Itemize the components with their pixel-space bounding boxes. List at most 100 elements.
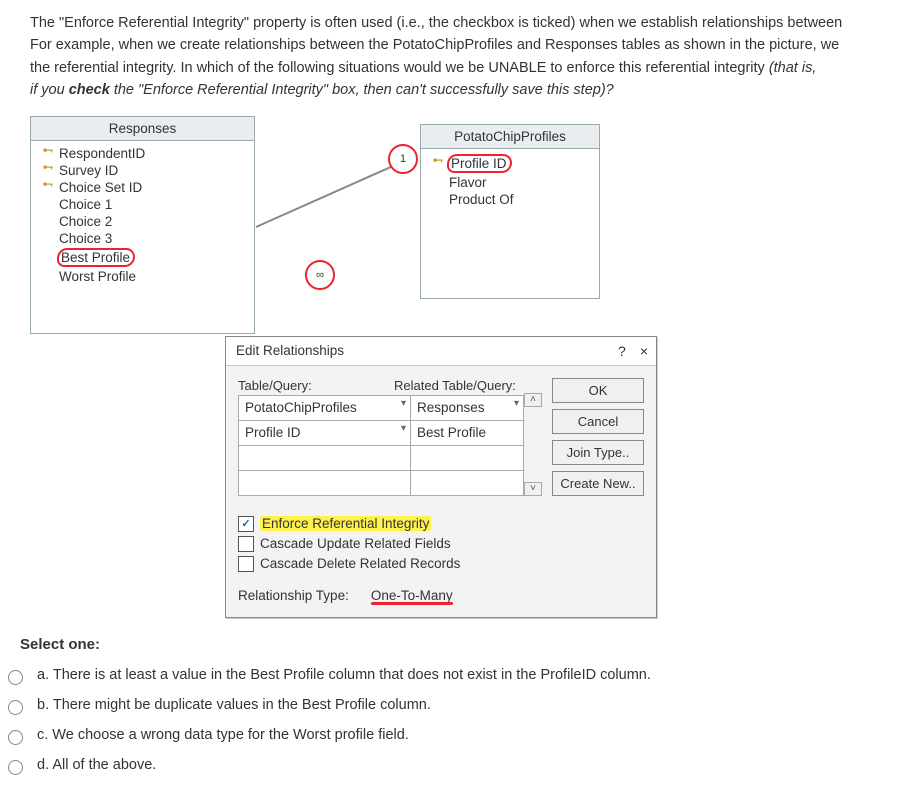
relationship-line: [256, 160, 405, 228]
cascade-delete-label: Cascade Delete Related Records: [260, 556, 460, 571]
question-line3-italic: (that is,: [769, 60, 817, 76]
question-line3: the referential integrity. In which of t…: [30, 60, 769, 76]
responses-table[interactable]: Responses RespondentID Survey ID Choice …: [30, 116, 255, 334]
table-row[interactable]: Best Profile: [39, 247, 246, 268]
dialog-title-text: Edit Relationships: [236, 343, 344, 358]
relationship-one-label: 1: [400, 153, 406, 165]
right-field-cell[interactable]: Best Profile: [410, 420, 523, 445]
checkbox-unchecked-icon[interactable]: [238, 536, 254, 552]
dropdown-value: Responses: [417, 400, 485, 415]
scroll-up-icon[interactable]: ˄: [524, 393, 542, 407]
table-row[interactable]: Profile ID: [429, 153, 591, 174]
help-button[interactable]: ?: [618, 343, 626, 359]
relationship-many-label: ∞: [316, 269, 324, 281]
checkbox-unchecked-icon[interactable]: [238, 556, 254, 572]
field-label: Product Of: [447, 192, 514, 207]
field-label: Survey ID: [57, 163, 118, 178]
table-row[interactable]: Survey ID: [39, 162, 246, 179]
option-b-text: b. There might be duplicate values in th…: [37, 697, 431, 713]
key-icon: [39, 163, 57, 177]
key-icon: [39, 146, 57, 160]
option-c-text: c. We choose a wrong data type for the W…: [37, 727, 409, 743]
join-type-button[interactable]: Join Type..: [552, 440, 644, 465]
left-field-cell[interactable]: Profile ID ▾: [239, 420, 411, 445]
profiles-table-header: PotatoChipProfiles: [421, 125, 599, 149]
dropdown-value: PotatoChipProfiles: [245, 400, 357, 415]
radio-unchecked-icon[interactable]: [8, 760, 23, 775]
cascade-update-checkbox-row[interactable]: Cascade Update Related Fields: [238, 534, 644, 554]
field-label: Choice Set ID: [57, 180, 142, 195]
chevron-down-icon: ▾: [514, 398, 519, 409]
table-row[interactable]: Choice 2: [39, 213, 246, 230]
table-row[interactable]: Choice 3: [39, 230, 246, 247]
relationship-grid[interactable]: PotatoChipProfiles ▾ Responses ▾ Profile I…: [238, 395, 524, 496]
profiles-table-body: Profile ID Flavor Product Of: [421, 149, 599, 212]
grid-scrollbar[interactable]: ˄ ˅: [524, 393, 542, 496]
select-one-prompt: Select one:: [20, 636, 905, 653]
question-line1: The "Enforce Referential Integrity" prop…: [30, 15, 842, 31]
option-d-row[interactable]: d. All of the above.: [8, 751, 905, 781]
responses-table-header: Responses: [31, 117, 254, 141]
table-row[interactable]: Choice 1: [39, 196, 246, 213]
empty-cell[interactable]: [239, 445, 411, 470]
table-row[interactable]: Choice Set ID: [39, 179, 246, 196]
edit-relationships-dialog[interactable]: Edit Relationships ? × Table/Query: Rela…: [225, 336, 657, 618]
checkbox-checked-icon[interactable]: ✓: [238, 516, 254, 532]
relationship-diagram[interactable]: Responses RespondentID Survey ID Choice …: [30, 116, 730, 336]
empty-cell[interactable]: [410, 470, 523, 495]
radio-unchecked-icon[interactable]: [8, 700, 23, 715]
create-new-button[interactable]: Create New..: [552, 471, 644, 496]
field-label: Choice 1: [57, 197, 112, 212]
question-line2: For example, when we create relationship…: [30, 37, 839, 53]
option-b-row[interactable]: b. There might be duplicate values in th…: [8, 691, 905, 721]
cell-value: Profile ID: [245, 425, 301, 440]
scroll-down-icon[interactable]: ˅: [524, 482, 542, 496]
field-label: Worst Profile: [57, 269, 136, 284]
cascade-delete-checkbox-row[interactable]: Cascade Delete Related Records: [238, 554, 644, 574]
profiles-table[interactable]: PotatoChipProfiles Profile ID Flavor Pro…: [420, 124, 600, 299]
table-row[interactable]: RespondentID: [39, 145, 246, 162]
question-text: The "Enforce Referential Integrity" prop…: [0, 0, 905, 108]
cancel-button[interactable]: Cancel: [552, 409, 644, 434]
relationship-type-value: One-To-Many: [371, 588, 453, 603]
enforce-integrity-checkbox-row[interactable]: ✓ Enforce Referential Integrity: [238, 514, 644, 534]
answer-options: a. There is at least a value in the Best…: [0, 661, 905, 797]
option-d-text: d. All of the above.: [37, 757, 156, 773]
field-label-profile-id: Profile ID: [447, 154, 512, 173]
question-line4-post: the "Enforce Referential Integrity" box,…: [110, 82, 614, 98]
related-table-query-label: Related Table/Query:: [394, 378, 542, 393]
relationship-type-label: Relationship Type:: [238, 588, 349, 603]
field-label: Choice 3: [57, 231, 112, 246]
field-label: Choice 2: [57, 214, 112, 229]
related-table-query-dropdown[interactable]: Responses ▾: [410, 395, 523, 420]
relationship-many-end: ∞: [305, 260, 335, 290]
ok-button[interactable]: OK: [552, 378, 644, 403]
table-row[interactable]: Flavor: [429, 174, 591, 191]
table-row[interactable]: Worst Profile: [39, 268, 246, 285]
relationship-one-end: 1: [388, 144, 418, 174]
field-label: Flavor: [447, 175, 487, 190]
option-a-row[interactable]: a. There is at least a value in the Best…: [8, 661, 905, 691]
dialog-titlebar[interactable]: Edit Relationships ? ×: [226, 337, 656, 366]
cell-value: Best Profile: [417, 425, 486, 440]
empty-cell[interactable]: [239, 470, 411, 495]
field-label: RespondentID: [57, 146, 145, 161]
field-label-best-profile: Best Profile: [57, 248, 135, 267]
key-icon: [39, 180, 57, 194]
chevron-down-icon: ▾: [401, 398, 406, 409]
table-query-dropdown[interactable]: PotatoChipProfiles ▾: [239, 395, 411, 420]
option-a-text: a. There is at least a value in the Best…: [37, 667, 651, 683]
chevron-down-icon: ▾: [401, 423, 406, 434]
responses-table-body: RespondentID Survey ID Choice Set ID Cho…: [31, 141, 254, 289]
table-row[interactable]: Product Of: [429, 191, 591, 208]
option-c-row[interactable]: c. We choose a wrong data type for the W…: [8, 721, 905, 751]
table-query-label: Table/Query:: [238, 378, 386, 393]
question-line4-pre: if you: [30, 82, 69, 98]
cascade-update-label: Cascade Update Related Fields: [260, 536, 451, 551]
radio-unchecked-icon[interactable]: [8, 670, 23, 685]
close-icon[interactable]: ×: [640, 343, 648, 359]
enforce-integrity-label: Enforce Referential Integrity: [260, 516, 431, 531]
question-line4-bold: check: [69, 82, 110, 98]
radio-unchecked-icon[interactable]: [8, 730, 23, 745]
empty-cell[interactable]: [410, 445, 523, 470]
